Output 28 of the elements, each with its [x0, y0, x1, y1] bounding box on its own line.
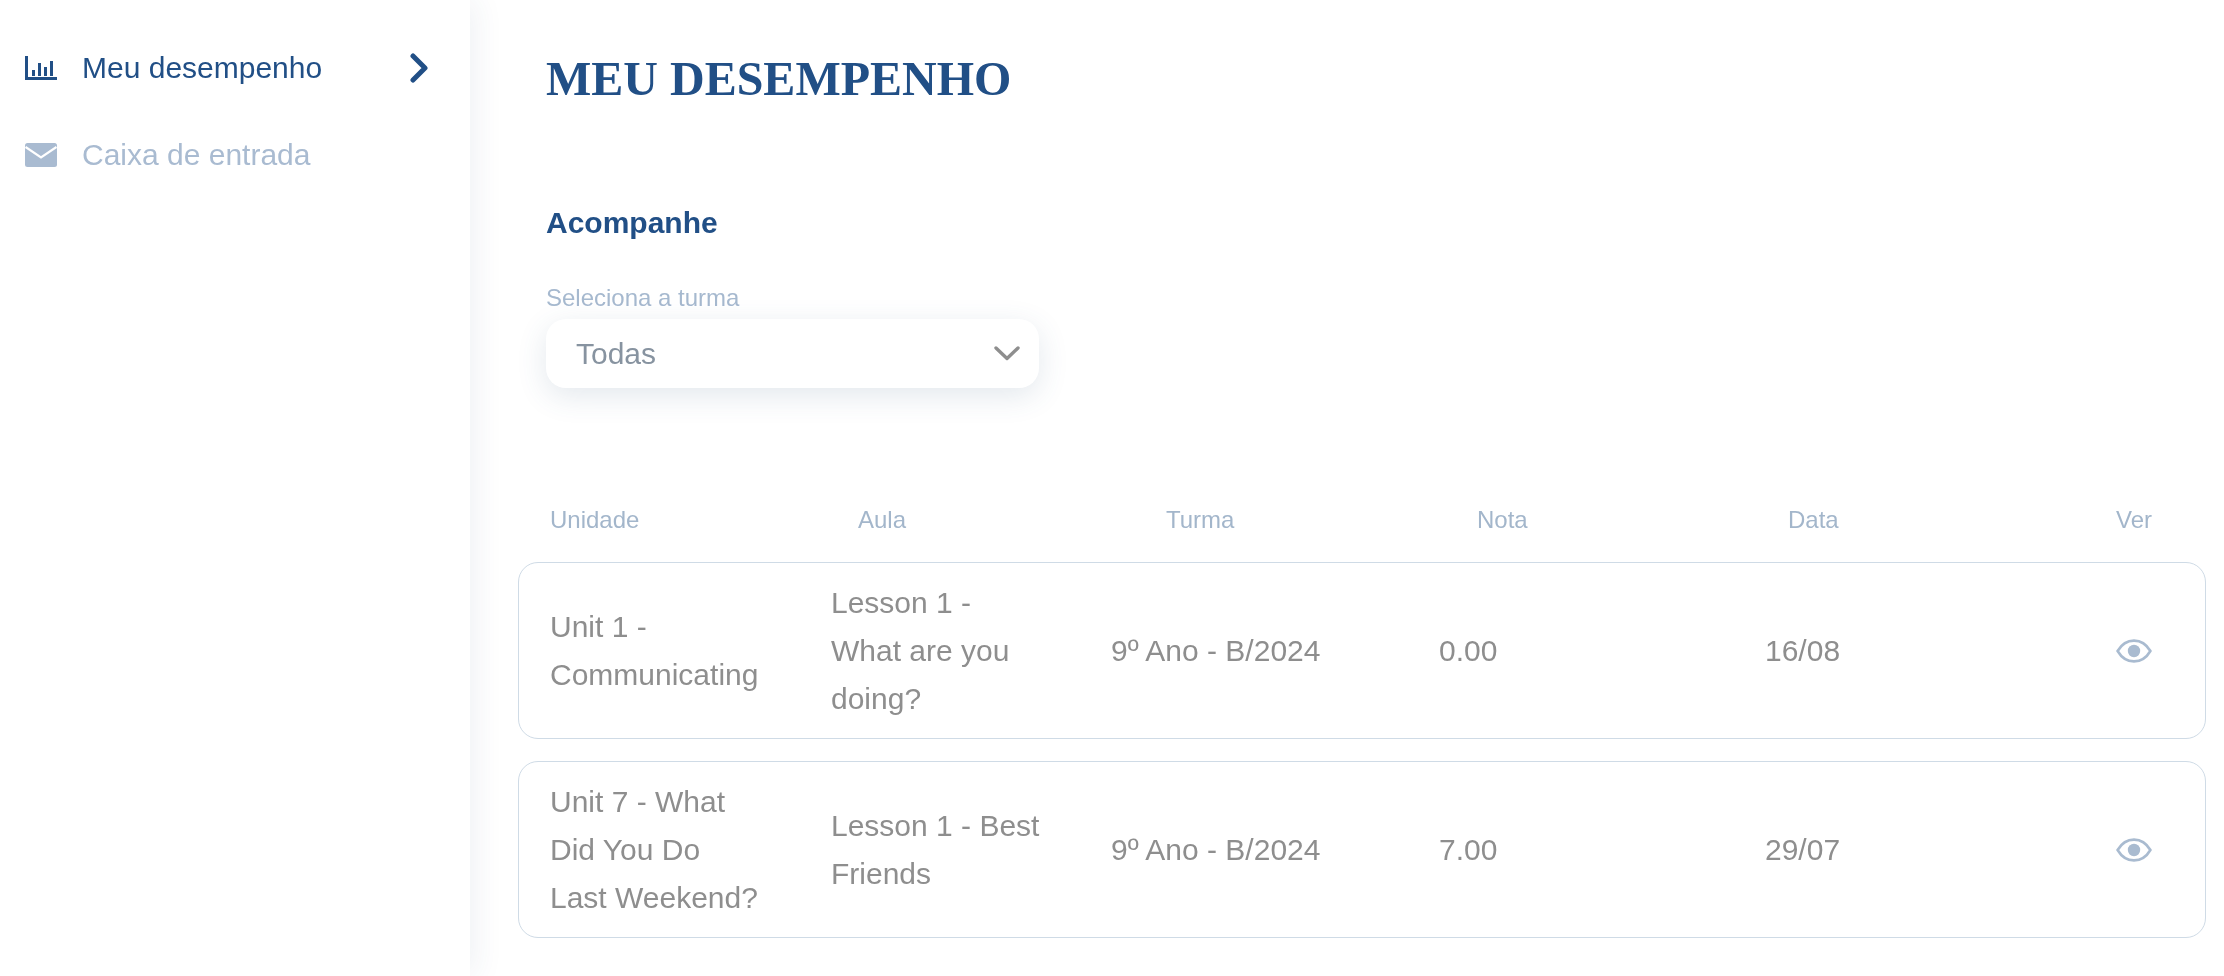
table-cell-text: Lesson 1 - What are you doing? [831, 584, 1011, 717]
table-cell-text: Unit 1 - Communicating [550, 608, 760, 693]
table-cell-text: 9º Ano - B/2024 [1111, 632, 1321, 669]
column-header: Turma [1166, 508, 1235, 532]
section-heading: Acompanhe [546, 208, 718, 238]
table-cell-text: 7.00 [1439, 831, 1498, 868]
column-header: Nota [1477, 508, 1528, 532]
sidebar-item[interactable]: Meu desempenho [25, 53, 323, 83]
eye-icon[interactable] [2116, 837, 2152, 862]
sidebar-item[interactable]: Caixa de entrada [25, 140, 311, 170]
column-header: Ver [2116, 508, 2153, 532]
chevron-down-icon [994, 346, 1020, 361]
chevron-right-icon [410, 53, 428, 83]
table-cell-text: 9º Ano - B/2024 [1111, 831, 1321, 868]
table-cell-text: Lesson 1 - Best Friends [831, 807, 1041, 892]
field-label: Seleciona a turma [546, 286, 740, 310]
column-header: Unidade [550, 508, 640, 532]
class-select[interactable]: Todas [546, 319, 1039, 388]
page-title: MEU DESEMPENHO [546, 55, 1012, 103]
table-cell-text: Unit 7 - What Did You Do Last Weekend? [550, 783, 759, 916]
table-cell-text: 16/08 [1765, 632, 1841, 669]
column-header: Data [1788, 508, 1839, 532]
table-cell-text: 0.00 [1439, 632, 1498, 669]
eye-icon[interactable] [2116, 638, 2152, 663]
table-cell-text: 29/07 [1765, 831, 1841, 868]
column-header: Aula [858, 508, 907, 532]
bar-chart-icon [25, 56, 57, 80]
envelope-icon [25, 143, 57, 167]
